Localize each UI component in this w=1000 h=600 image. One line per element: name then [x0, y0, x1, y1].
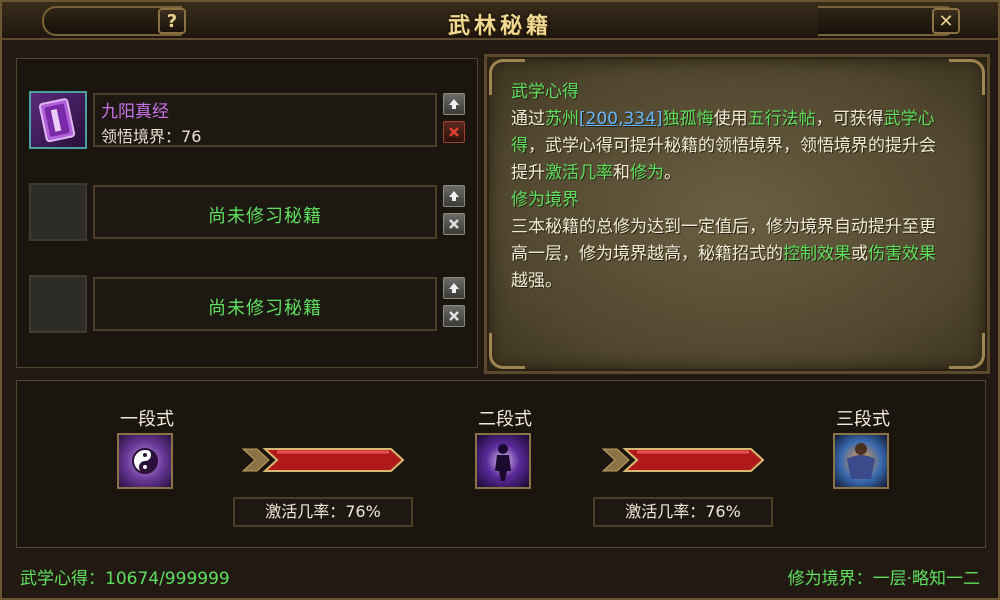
stage-label-1: 一段式 — [120, 409, 174, 430]
activation-rate-2: 激活几率：76% — [593, 497, 773, 527]
book-level: 领悟境界：76 — [101, 123, 201, 147]
book-level-value: 76 — [181, 127, 202, 146]
book-level-label: 领悟境界： — [101, 127, 182, 146]
empty-slot-label: 尚未修习秘籍 — [208, 206, 322, 227]
item-name: 五行法帖 — [747, 109, 816, 129]
remove-book-button[interactable] — [443, 121, 465, 143]
realm-paragraph: 三本秘籍的总修为达到一定值后，修为境界自动提升至更高一层，修为境界越高，秘籍招式… — [511, 217, 936, 291]
realm-heading: 修为境界 — [511, 190, 579, 210]
arrow-up-icon — [449, 99, 459, 109]
stage-label-3: 三段式 — [836, 409, 890, 430]
book-slot-1[interactable]: 九阳真经 领悟境界：76 — [29, 91, 469, 151]
close-button[interactable]: ✕ — [932, 8, 960, 34]
empty-slot-icon[interactable] — [29, 183, 87, 241]
corner-ornament — [949, 333, 985, 369]
skill-stages-panel: 一段式 二段式 三段式 激活几率：76% 激活几率：76% — [16, 380, 986, 548]
move-up-button[interactable] — [443, 93, 465, 115]
npc-link[interactable]: 独孤悔 — [663, 109, 714, 129]
martial-manual-window: 武林秘籍 ? ✕ 九阳真经 领悟境界：76 尚未修习秘籍 尚未修习秘籍 武学心得… — [0, 0, 1000, 600]
move-up-button[interactable] — [443, 277, 465, 299]
book-slot-3[interactable]: 尚未修习秘籍 — [29, 275, 469, 335]
move-up-button[interactable] — [443, 185, 465, 207]
book-name: 九阳真经 — [101, 102, 169, 122]
corner-ornament — [489, 333, 525, 369]
stage-progress-arrow — [601, 448, 765, 472]
insight-paragraph: 通过苏州[200,334]独孤悔使用五行法帖，可获得武学心得，武学心得可提升秘籍… — [511, 109, 936, 183]
window-title: 武林秘籍 — [447, 14, 552, 39]
arrow-up-icon — [449, 283, 459, 293]
book-info-box[interactable]: 尚未修习秘籍 — [93, 277, 437, 331]
description-text: 武学心得 通过苏州[200,334]独孤悔使用五行法帖，可获得武学心得，武学心得… — [511, 79, 951, 295]
empty-slot-label: 尚未修习秘籍 — [208, 298, 322, 319]
title-bar[interactable]: 武林秘籍 ? ✕ — [2, 2, 998, 40]
remove-book-button[interactable] — [443, 213, 465, 235]
close-icon — [449, 127, 459, 137]
book-info-box[interactable]: 尚未修习秘籍 — [93, 185, 437, 239]
coords-link[interactable]: [200,334] — [579, 109, 663, 129]
scripture-book-icon[interactable] — [29, 91, 87, 149]
muscle-warrior-icon[interactable] — [833, 433, 889, 489]
book-slot-2[interactable]: 尚未修习秘籍 — [29, 183, 469, 243]
corner-ornament — [949, 59, 985, 95]
empty-slot-icon[interactable] — [29, 275, 87, 333]
remove-book-button[interactable] — [443, 305, 465, 327]
activation-rate-1: 激活几率：76% — [233, 497, 413, 527]
cultivation-realm: 修为境界：一层·略知一二 — [787, 569, 980, 589]
question-mark-icon: ? — [166, 10, 178, 32]
dark-figure-icon[interactable] — [475, 433, 531, 489]
stage-progress-arrow — [241, 448, 405, 472]
insight-points: 武学心得：10674/999999 — [20, 569, 230, 589]
insight-heading: 武学心得 — [511, 82, 579, 102]
yin-yang-icon[interactable] — [117, 433, 173, 489]
place-link[interactable]: 苏州 — [545, 109, 579, 129]
arrow-up-icon — [449, 191, 459, 201]
close-icon: ✕ — [938, 10, 954, 32]
stage-label-2: 二段式 — [478, 409, 532, 430]
book-info-box[interactable]: 九阳真经 领悟境界：76 — [93, 93, 437, 147]
close-icon — [449, 311, 459, 321]
close-icon — [449, 219, 459, 229]
book-slots-panel: 九阳真经 领悟境界：76 尚未修习秘籍 尚未修习秘籍 — [16, 58, 478, 368]
description-panel: 武学心得 通过苏州[200,334]独孤悔使用五行法帖，可获得武学心得，武学心得… — [484, 54, 990, 374]
help-button[interactable]: ? — [158, 8, 186, 34]
